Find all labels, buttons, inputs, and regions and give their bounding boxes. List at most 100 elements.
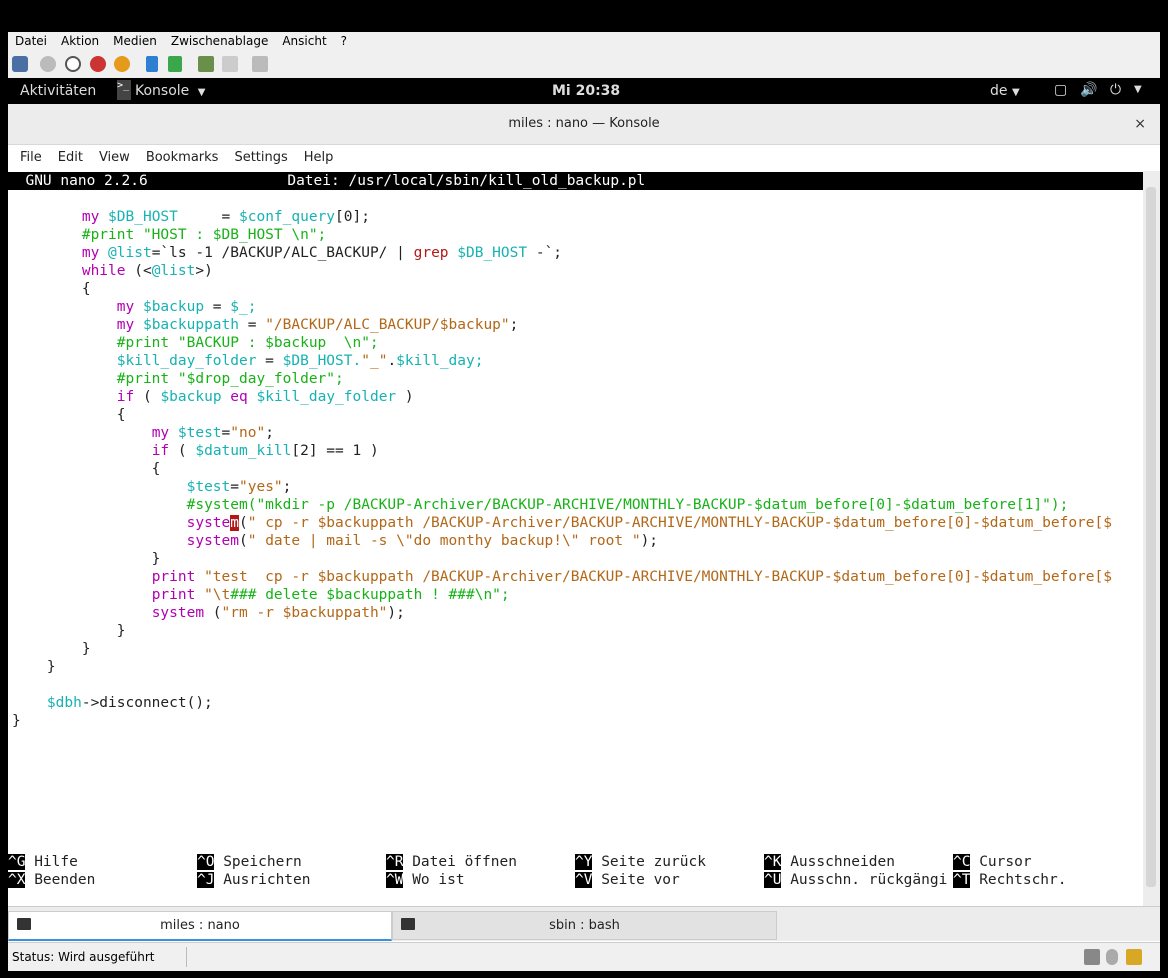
tab-miles-nano[interactable]: miles : nano [8,911,392,941]
shortcut-label: Hilfe [25,854,78,870]
shortcut-key: ^J [197,872,215,888]
tab-sbin-bash[interactable]: sbin : bash [392,911,777,940]
vm-toolbar [8,52,1160,79]
code-token: $backup [142,299,205,315]
code-line: } [12,622,1112,640]
reset-icon[interactable] [168,56,182,72]
terminal-area[interactable]: GNU nano 2.2.6 Datei: /usr/local/sbin/ki… [8,171,1143,906]
app-menu[interactable]: >_ Konsole ▼ [115,80,205,102]
code-line: my @list=`ls -1 /BACKUP/ALC_BACKUP/ | gr… [12,244,1112,262]
code-token: $_; [230,299,257,315]
vm-status-text: Status: Wird ausgeführt [12,950,155,964]
power-icon[interactable]: ⏻ [1110,82,1121,98]
shortcut-key: ^K [764,854,782,870]
code-line: { [12,460,1112,478]
vm-menu-zwischenablage[interactable]: Zwischenablage [164,32,275,50]
volume-icon[interactable]: 🔊 [1080,82,1097,98]
code-token: = [256,353,283,369]
menu-edit[interactable]: Edit [50,145,91,171]
code-token: >) [195,263,213,279]
app-menu-label: Konsole [135,83,190,99]
vm-menu-medien[interactable]: Medien [106,32,164,50]
terminal-icon [17,918,31,930]
code-token: { [12,281,91,297]
shortcut-key: ^U [764,872,782,888]
chevron-down-icon[interactable]: ▼ [1134,84,1142,95]
code-token: $DB_HOST [108,209,178,225]
code-view[interactable]: my $DB_HOST = $conf_query[0]; #print "HO… [12,208,1112,730]
terminal-icon [401,918,415,930]
code-line: print "\t### delete $backuppath ! ###\n"… [12,586,1112,604]
shortcut-label: Beenden [25,872,96,888]
code-token: my [116,299,143,315]
code-line: my $backuppath = "/BACKUP/ALC_BACKUP/$ba… [12,316,1112,334]
menu-file[interactable]: File [8,145,50,171]
shortcut-label: Rechtschr. [970,872,1067,888]
shortcut-key: ^G [8,854,26,870]
code-line: } [12,712,1112,730]
shutdown-icon[interactable] [90,56,106,72]
shortcut-item: ^O Speichern [197,853,302,871]
start-icon[interactable] [40,56,56,72]
menu-view[interactable]: View [91,145,138,171]
code-token: $DB_HOST [457,245,528,261]
menu-help[interactable]: Help [296,145,342,171]
window-icon[interactable]: ▢ [1054,82,1067,98]
shortcut-label: Cursor [970,854,1032,870]
menu-settings[interactable]: Settings [226,145,295,171]
code-token: = [221,425,231,441]
code-line: #print "BACKUP : $backup \n"; [12,334,1112,352]
code-token: " date | mail -s \"do monthy backup!\" r… [247,533,641,549]
code-token: $dbh [46,695,82,711]
code-token: my [81,209,109,225]
pause-icon[interactable] [146,56,158,72]
shortcut-label: Seite vor [592,872,680,888]
vm-menu-help[interactable]: ? [334,32,354,50]
code-token: ( [134,389,161,405]
revert-icon[interactable] [222,56,238,72]
code-token: $conf_query [239,209,336,225]
code-token: ( [239,533,248,549]
code-line: $dbh->disconnect(); [12,694,1112,712]
gnome-top-bar: Aktivitäten >_ Konsole ▼ Mi 20:38 de ▼ ▢ … [8,78,1160,104]
code-line: while (<@list>) [12,262,1112,280]
turn-off-icon[interactable] [65,56,81,72]
code-token: ; [265,425,274,441]
window-titlebar[interactable]: miles : nano — Konsole × [8,104,1160,145]
code-token: = [239,317,266,333]
shortcut-label: Seite zurück [592,854,706,870]
vm-menu-datei[interactable]: Datei [8,32,54,50]
checkpoint-icon[interactable] [198,56,214,72]
code-token: = [230,479,239,495]
chevron-down-icon: ▼ [197,87,206,98]
menu-bookmarks[interactable]: Bookmarks [138,145,227,171]
shortcut-key: ^Y [575,854,593,870]
vertical-scrollbar[interactable] [1143,171,1160,906]
code-token: . [387,353,397,369]
code-line: $kill_day_folder = $DB_HOST."_".$kill_da… [12,352,1112,370]
code-token: } [12,623,126,639]
save-state-icon[interactable] [114,56,130,72]
window-title: miles : nano — Konsole [508,116,660,131]
code-token: @list [108,245,152,261]
ctrl-alt-del-icon[interactable] [12,56,28,72]
code-token: ); [640,533,659,549]
scrollbar-thumb[interactable] [1146,187,1156,887]
activities-button[interactable]: Aktivitäten [20,83,96,99]
code-line: if ( $backup eq $kill_day_folder ) [12,388,1112,406]
vm-menu-aktion[interactable]: Aktion [54,32,106,50]
close-icon[interactable]: × [1134,104,1146,144]
code-token: while [81,263,126,279]
keyboard-layout[interactable]: de ▼ [990,83,1020,99]
vm-menu-ansicht[interactable]: Ansicht [275,32,333,50]
clock[interactable]: Mi 20:38 [552,83,620,99]
enhanced-session-icon[interactable] [252,56,268,72]
code-line: if ( $datum_kill[2] == 1 ) [12,442,1112,460]
